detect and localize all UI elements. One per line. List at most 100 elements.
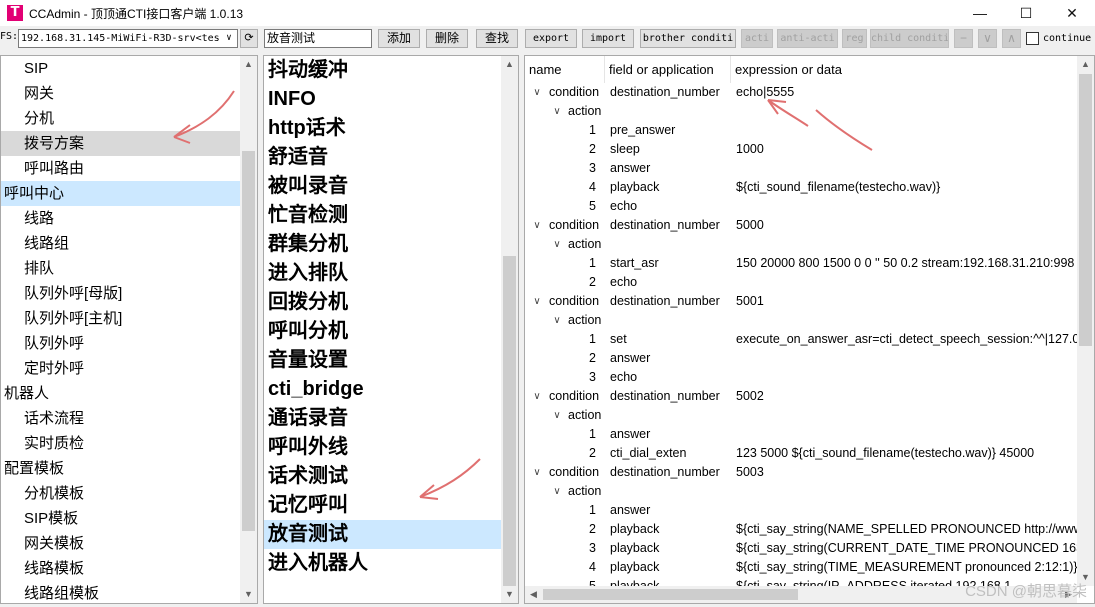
dialplan-list-item[interactable]: 被叫录音 bbox=[264, 172, 501, 201]
dialplan-list-item[interactable]: 呼叫外线 bbox=[264, 433, 501, 462]
table-row[interactable]: 1 answer bbox=[525, 501, 1077, 520]
dialplan-list-item[interactable]: cti_bridge bbox=[264, 375, 501, 404]
move-down-button[interactable]: ∨ bbox=[978, 29, 997, 48]
tree-item[interactable]: 网关 bbox=[1, 81, 240, 106]
dialplan-list-item[interactable]: 进入排队 bbox=[264, 259, 501, 288]
nav-tree-scrollbar[interactable]: ▲ ▼ bbox=[240, 56, 257, 603]
tree-item[interactable]: 队列外呼 bbox=[1, 331, 240, 356]
brother-condition-button[interactable]: brother conditi bbox=[640, 29, 736, 48]
dialplan-list-item[interactable]: 抖动缓冲 bbox=[264, 56, 501, 85]
table-row[interactable]: 1 pre_answer bbox=[525, 121, 1077, 140]
regex-button[interactable]: reg bbox=[842, 29, 867, 48]
dialplan-name-input[interactable]: 放音测试 bbox=[264, 29, 372, 48]
table-row[interactable]: 4 playback ${cti_sound_filename(testecho.w… bbox=[525, 178, 1077, 197]
maximize-button[interactable]: ☐ bbox=[1003, 0, 1049, 26]
import-button[interactable]: import bbox=[582, 29, 634, 48]
dialplan-list-item[interactable]: http话术 bbox=[264, 114, 501, 143]
expand-chevron-icon[interactable]: ∨ bbox=[531, 387, 543, 406]
action-button[interactable]: acti bbox=[741, 29, 773, 48]
tree-item[interactable]: 排队 bbox=[1, 256, 240, 281]
table-row[interactable]: 3 answer bbox=[525, 159, 1077, 178]
tree-item[interactable]: 实时质检 bbox=[1, 431, 240, 456]
close-button[interactable]: ✕ bbox=[1049, 0, 1095, 26]
scroll-left-icon[interactable]: ◀ bbox=[525, 586, 542, 603]
delete-button[interactable]: 删除 bbox=[426, 29, 468, 48]
dialplan-list-item[interactable]: 话术测试 bbox=[264, 462, 501, 491]
table-row[interactable]: 5 echo bbox=[525, 197, 1077, 216]
table-row[interactable]: ∨ condition destination_number 5001 bbox=[525, 292, 1077, 311]
child-condition-button[interactable]: child conditi bbox=[870, 29, 949, 48]
remove-button[interactable]: − bbox=[954, 29, 973, 48]
tree-item[interactable]: 呼叫路由 bbox=[1, 156, 240, 181]
dialplan-list-item[interactable]: 回拨分机 bbox=[264, 288, 501, 317]
tree-item[interactable]: 线路组 bbox=[1, 231, 240, 256]
column-header-field[interactable]: field or application bbox=[605, 56, 731, 83]
expand-chevron-icon[interactable]: ∨ bbox=[531, 83, 543, 102]
tree-item[interactable]: 线路组模板 bbox=[1, 581, 240, 603]
dialplan-list-scrollbar[interactable]: ▲ ▼ bbox=[501, 56, 518, 603]
tree-item[interactable]: 分机模板 bbox=[1, 481, 240, 506]
refresh-button[interactable]: ⟳ bbox=[240, 29, 258, 48]
expand-chevron-icon[interactable]: ∨ bbox=[551, 102, 563, 121]
add-button[interactable]: 添加 bbox=[378, 29, 420, 48]
dialplan-list-item[interactable]: 忙音检测 bbox=[264, 201, 501, 230]
tree-item[interactable]: 网关模板 bbox=[1, 531, 240, 556]
scroll-thumb[interactable] bbox=[543, 589, 798, 600]
expand-chevron-icon[interactable]: ∨ bbox=[551, 311, 563, 330]
continue-checkbox[interactable] bbox=[1026, 32, 1039, 45]
expand-chevron-icon[interactable]: ∨ bbox=[531, 463, 543, 482]
dialplan-list-item[interactable]: 记忆呼叫 bbox=[264, 491, 501, 520]
expand-chevron-icon[interactable]: ∨ bbox=[531, 292, 543, 311]
table-row[interactable]: 3 playback ${cti_say_string(CURRENT_DATE_T… bbox=[525, 539, 1079, 558]
table-row[interactable]: 2 answer bbox=[525, 349, 1077, 368]
table-row[interactable]: ∨ condition destination_number 5002 bbox=[525, 387, 1077, 406]
table-vertical-scrollbar[interactable]: ▲ ▼ bbox=[1077, 56, 1094, 586]
tree-item[interactable]: 队列外呼[母版] bbox=[1, 281, 240, 306]
scroll-down-icon[interactable]: ▼ bbox=[501, 586, 518, 603]
tree-item[interactable]: 话术流程 bbox=[1, 406, 240, 431]
table-row[interactable]: ∨ action bbox=[525, 482, 1077, 501]
scroll-down-icon[interactable]: ▼ bbox=[240, 586, 257, 603]
dialplan-list-item[interactable]: INFO bbox=[264, 85, 501, 114]
scroll-up-icon[interactable]: ▲ bbox=[501, 56, 518, 73]
fs-server-select[interactable]: 192.168.31.145-MiWiFi-R3D-srv<tes ∨ bbox=[18, 29, 238, 48]
tree-item[interactable]: 机器人 bbox=[1, 381, 240, 406]
export-button[interactable]: export bbox=[525, 29, 577, 48]
table-row[interactable]: 4 playback ${cti_say_string(TIME_MEASUREME… bbox=[525, 558, 1078, 577]
table-row[interactable]: 1 set execute_on_answer_asr=cti_detect_spe… bbox=[525, 330, 1079, 349]
dialplan-list-item[interactable]: 音量设置 bbox=[264, 346, 501, 375]
scroll-up-icon[interactable]: ▲ bbox=[240, 56, 257, 73]
dialplan-list-item[interactable]: 舒适音 bbox=[264, 143, 501, 172]
table-row[interactable]: 3 echo bbox=[525, 368, 1077, 387]
dialplan-list-item[interactable]: 进入机器人 bbox=[264, 549, 501, 578]
scroll-thumb[interactable] bbox=[242, 151, 255, 531]
column-header-data[interactable]: expression or data bbox=[731, 56, 1071, 83]
expand-chevron-icon[interactable]: ∨ bbox=[551, 406, 563, 425]
table-row[interactable]: ∨ condition destination_number echo|5555 bbox=[525, 83, 1077, 102]
table-row[interactable]: 2 sleep 1000 bbox=[525, 140, 1077, 159]
expand-chevron-icon[interactable]: ∨ bbox=[551, 482, 563, 501]
dialplan-list-item[interactable]: 呼叫分机 bbox=[264, 317, 501, 346]
dialplan-list-item[interactable]: 群集分机 bbox=[264, 230, 501, 259]
expand-chevron-icon[interactable]: ∨ bbox=[531, 216, 543, 235]
tree-item[interactable]: 线路 bbox=[1, 206, 240, 231]
tree-item[interactable]: 分机 bbox=[1, 106, 240, 131]
tree-item[interactable]: 配置模板 bbox=[1, 456, 240, 481]
table-row[interactable]: ∨ condition destination_number 5000 bbox=[525, 216, 1077, 235]
table-row[interactable]: ∨ action bbox=[525, 235, 1077, 254]
scroll-up-icon[interactable]: ▲ bbox=[1077, 56, 1094, 73]
table-row[interactable]: 2 cti_dial_exten 123 5000 ${cti_sound_file… bbox=[525, 444, 1077, 463]
table-row[interactable]: 2 echo bbox=[525, 273, 1077, 292]
tree-item[interactable]: 线路模板 bbox=[1, 556, 240, 581]
table-row[interactable]: ∨ action bbox=[525, 311, 1077, 330]
tree-item[interactable]: 队列外呼[主机] bbox=[1, 306, 240, 331]
tree-item[interactable]: SIP bbox=[1, 56, 240, 81]
table-row[interactable]: 1 start_asr 150 20000 800 1500 0 0 '' 50 0… bbox=[525, 254, 1077, 273]
anti-action-button[interactable]: anti-acti bbox=[777, 29, 838, 48]
tree-item[interactable]: 拨号方案 bbox=[1, 131, 240, 156]
find-button[interactable]: 查找 bbox=[476, 29, 518, 48]
dialplan-list-item[interactable]: 通话录音 bbox=[264, 404, 501, 433]
dialplan-list-item[interactable]: 放音测试 bbox=[264, 520, 501, 549]
table-row[interactable]: ∨ action bbox=[525, 102, 1077, 121]
move-up-button[interactable]: ∧ bbox=[1002, 29, 1021, 48]
